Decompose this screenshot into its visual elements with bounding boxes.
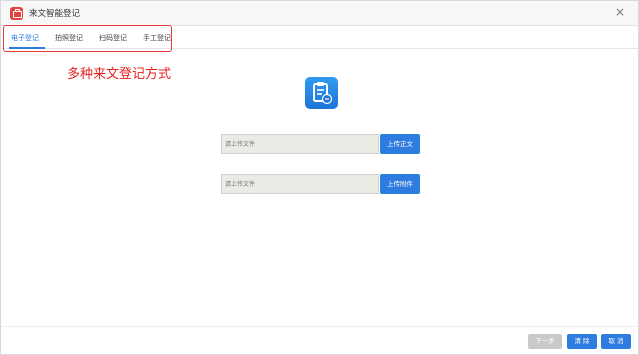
tabs-highlight-box: [3, 25, 172, 52]
footer-divider: [1, 326, 638, 327]
upload-attachment-button[interactable]: 上传附件: [380, 174, 420, 194]
clear-button[interactable]: 清 除: [567, 334, 597, 349]
window-title: 来文智能登记: [29, 9, 81, 19]
main-file-input[interactable]: [221, 134, 379, 154]
close-icon[interactable]: ×: [614, 6, 626, 18]
dialog-window: 来文智能登记 × 电子登记 拍照登记 扫码登记 手工登记 多种来文登记方式 上传…: [0, 0, 639, 355]
clipboard-document-icon: [305, 77, 338, 109]
cancel-button[interactable]: 取 消: [601, 334, 631, 349]
upload-main-button[interactable]: 上传正文: [380, 134, 420, 154]
attachment-file-input[interactable]: [221, 174, 379, 194]
annotation-text: 多种来文登记方式: [67, 67, 172, 82]
briefcase-icon: [10, 7, 23, 20]
next-step-button[interactable]: 下一步: [528, 334, 562, 349]
title-bar: 来文智能登记 ×: [1, 1, 638, 26]
